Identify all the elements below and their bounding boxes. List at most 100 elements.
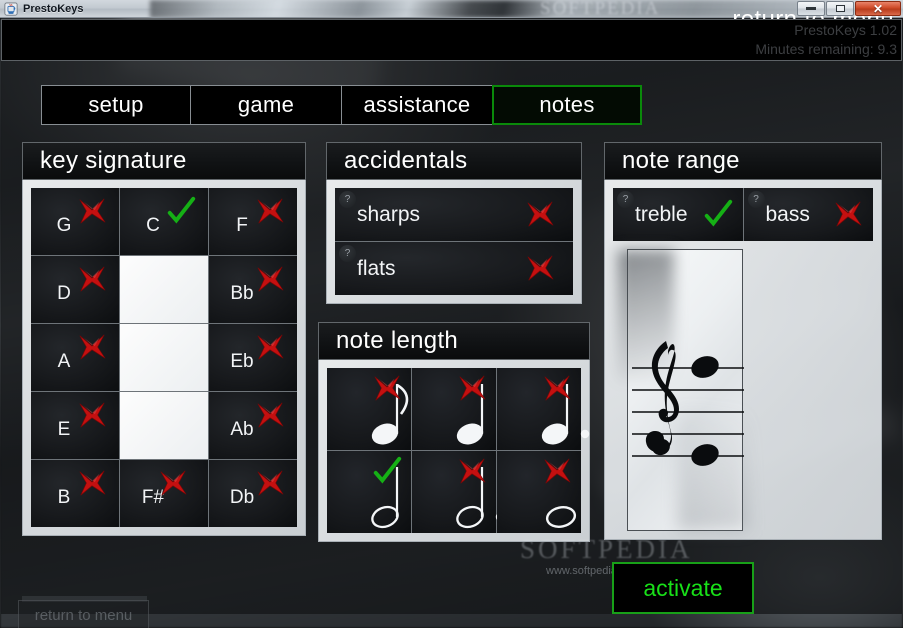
key-signature-cell-label: Db [229, 486, 255, 508]
staff-notes [691, 356, 719, 466]
key-signature-cell-label: Eb [230, 350, 254, 372]
key-signature-cell-db[interactable]: Db [209, 460, 297, 527]
tab-assistance[interactable]: assistance [341, 85, 493, 125]
note-range-option-bass[interactable]: ? bass [743, 188, 873, 241]
cross-mark-icon [79, 402, 106, 428]
note-length-cell-whole-note[interactable] [497, 451, 581, 533]
treble-clef-icon [645, 341, 679, 456]
cross-mark-icon [459, 375, 486, 401]
titlebar-watermark: SOFTPEDIA [540, 0, 661, 18]
accidentals-title: accidentals [344, 147, 468, 174]
cross-mark-icon [257, 266, 284, 292]
help-question-icon[interactable]: ? [339, 245, 356, 262]
key-signature-cell-label: B [57, 486, 71, 508]
key-signature-cell-eb[interactable]: Eb [209, 324, 297, 391]
titlebar-photo-bleed [150, 0, 830, 17]
note-length-cell-eighth-note[interactable] [327, 368, 411, 450]
note-length-cell-dotted-half-note[interactable] [412, 451, 505, 533]
note-length-body [318, 360, 590, 542]
key-signature-cell-fsharp[interactable]: F# [120, 460, 208, 527]
tab-notes[interactable]: notes [492, 85, 642, 125]
key-signature-cell-label: F [236, 214, 248, 236]
key-signature-cell-label: Bb [230, 282, 254, 304]
note-range-options: ? treble? bass [613, 188, 873, 241]
check-mark-icon [704, 199, 732, 227]
key-signature-cell-b[interactable]: B [31, 460, 119, 527]
accidentals-row-label: flats [357, 256, 396, 280]
note-head-bottom-line [691, 444, 719, 466]
note-range-panel: note range ? treble? bass [604, 142, 882, 540]
key-signature-body: G C F D Bb A Eb E Ab B F# Db [22, 180, 306, 536]
cross-mark-icon [527, 201, 554, 227]
cross-mark-icon [835, 201, 862, 227]
close-icon: ✕ [872, 1, 884, 16]
key-signature-cell-e[interactable]: E [31, 392, 119, 459]
key-signature-cell-f[interactable]: F [209, 188, 297, 255]
cross-mark-icon [374, 375, 401, 401]
check-mark-icon [373, 456, 402, 484]
maximize-button[interactable] [826, 1, 854, 16]
note-length-title: note length [336, 327, 459, 354]
activate-button-label: activate [643, 574, 723, 601]
note-length-panel: note length [318, 322, 590, 542]
note-length-cell-half-note[interactable] [327, 451, 411, 533]
cross-mark-icon [459, 458, 486, 484]
cross-mark-icon [79, 470, 106, 496]
note-length-grid [327, 368, 590, 533]
key-signature-cell-a[interactable]: A [31, 324, 119, 391]
key-signature-cell-ab[interactable]: Ab [209, 392, 297, 459]
tab-game[interactable]: game [190, 85, 342, 125]
java-coffee-cup-icon [4, 1, 18, 16]
key-signature-header: key signature [22, 142, 306, 180]
note-length-cell-dotted-quarter-note[interactable] [497, 368, 590, 450]
accidentals-list: ? sharps? flats [335, 188, 573, 295]
key-signature-cell-blank [120, 256, 208, 323]
key-signature-cell-d[interactable]: D [31, 256, 119, 323]
minimize-button[interactable] [797, 1, 825, 16]
tab-assistance-label: assistance [363, 92, 471, 117]
note-head-top-line [691, 356, 719, 378]
key-signature-panel: key signature G C F D Bb A Eb E Ab B F# Db [22, 142, 306, 536]
note-length-header: note length [318, 322, 590, 360]
key-signature-cell-bb[interactable]: Bb [209, 256, 297, 323]
version-label: PrestoKeys 1.02 [794, 22, 897, 38]
activate-button[interactable]: activate [612, 562, 754, 614]
tab-notes-label: notes [539, 92, 595, 117]
key-signature-cell-label: D [57, 282, 71, 304]
help-question-icon[interactable]: ? [747, 191, 765, 208]
accidentals-header: accidentals [326, 142, 582, 180]
cross-mark-icon [79, 198, 106, 224]
minutes-remaining-label: Minutes remaining: 9.3 [755, 41, 897, 57]
accidentals-row-label: sharps [357, 202, 421, 226]
key-signature-cell-label: A [57, 350, 71, 372]
cross-mark-icon [257, 334, 284, 360]
cross-mark-icon [544, 458, 571, 484]
footer-return-to-menu-label: return to menu [34, 607, 133, 624]
key-signature-cell-blank [120, 392, 208, 459]
key-signature-cell-label: G [56, 214, 72, 236]
help-question-icon[interactable]: ? [617, 191, 634, 208]
key-signature-grid: G C F D Bb A Eb E Ab B F# Db [31, 188, 297, 527]
note-range-option-treble[interactable]: ? treble [613, 188, 743, 241]
tab-setup-label: setup [88, 92, 144, 117]
key-signature-title: key signature [40, 147, 187, 174]
cross-mark-icon [79, 334, 106, 360]
footer-return-to-menu-button[interactable]: return to menu [18, 600, 149, 628]
accidentals-row-sharps[interactable]: ? sharps [335, 188, 573, 241]
note-length-cell-quarter-note[interactable] [412, 368, 496, 450]
close-button[interactable]: ✕ [855, 1, 901, 16]
cross-mark-icon [79, 266, 106, 292]
key-signature-cell-label: E [57, 418, 71, 440]
tab-setup[interactable]: setup [41, 85, 191, 125]
topbar-ghost-info: PrestoKeys 1.02 Minutes remaining: 9.3 [755, 21, 897, 59]
window-title: PrestoKeys [23, 2, 84, 15]
tab-game-label: game [237, 92, 295, 117]
prestokeys-window: SOFTPEDIA PrestoKeys ✕ PrestoKeys 1.02 M… [0, 0, 903, 628]
key-signature-cell-c[interactable]: C [120, 188, 208, 255]
key-signature-cell-g[interactable]: G [31, 188, 119, 255]
note-range-option-label: bass [765, 202, 810, 226]
accidentals-row-flats[interactable]: ? flats [335, 242, 573, 295]
window-controls: ✕ [796, 1, 901, 16]
help-question-icon[interactable]: ? [339, 191, 356, 208]
key-signature-cell-blank [120, 324, 208, 391]
